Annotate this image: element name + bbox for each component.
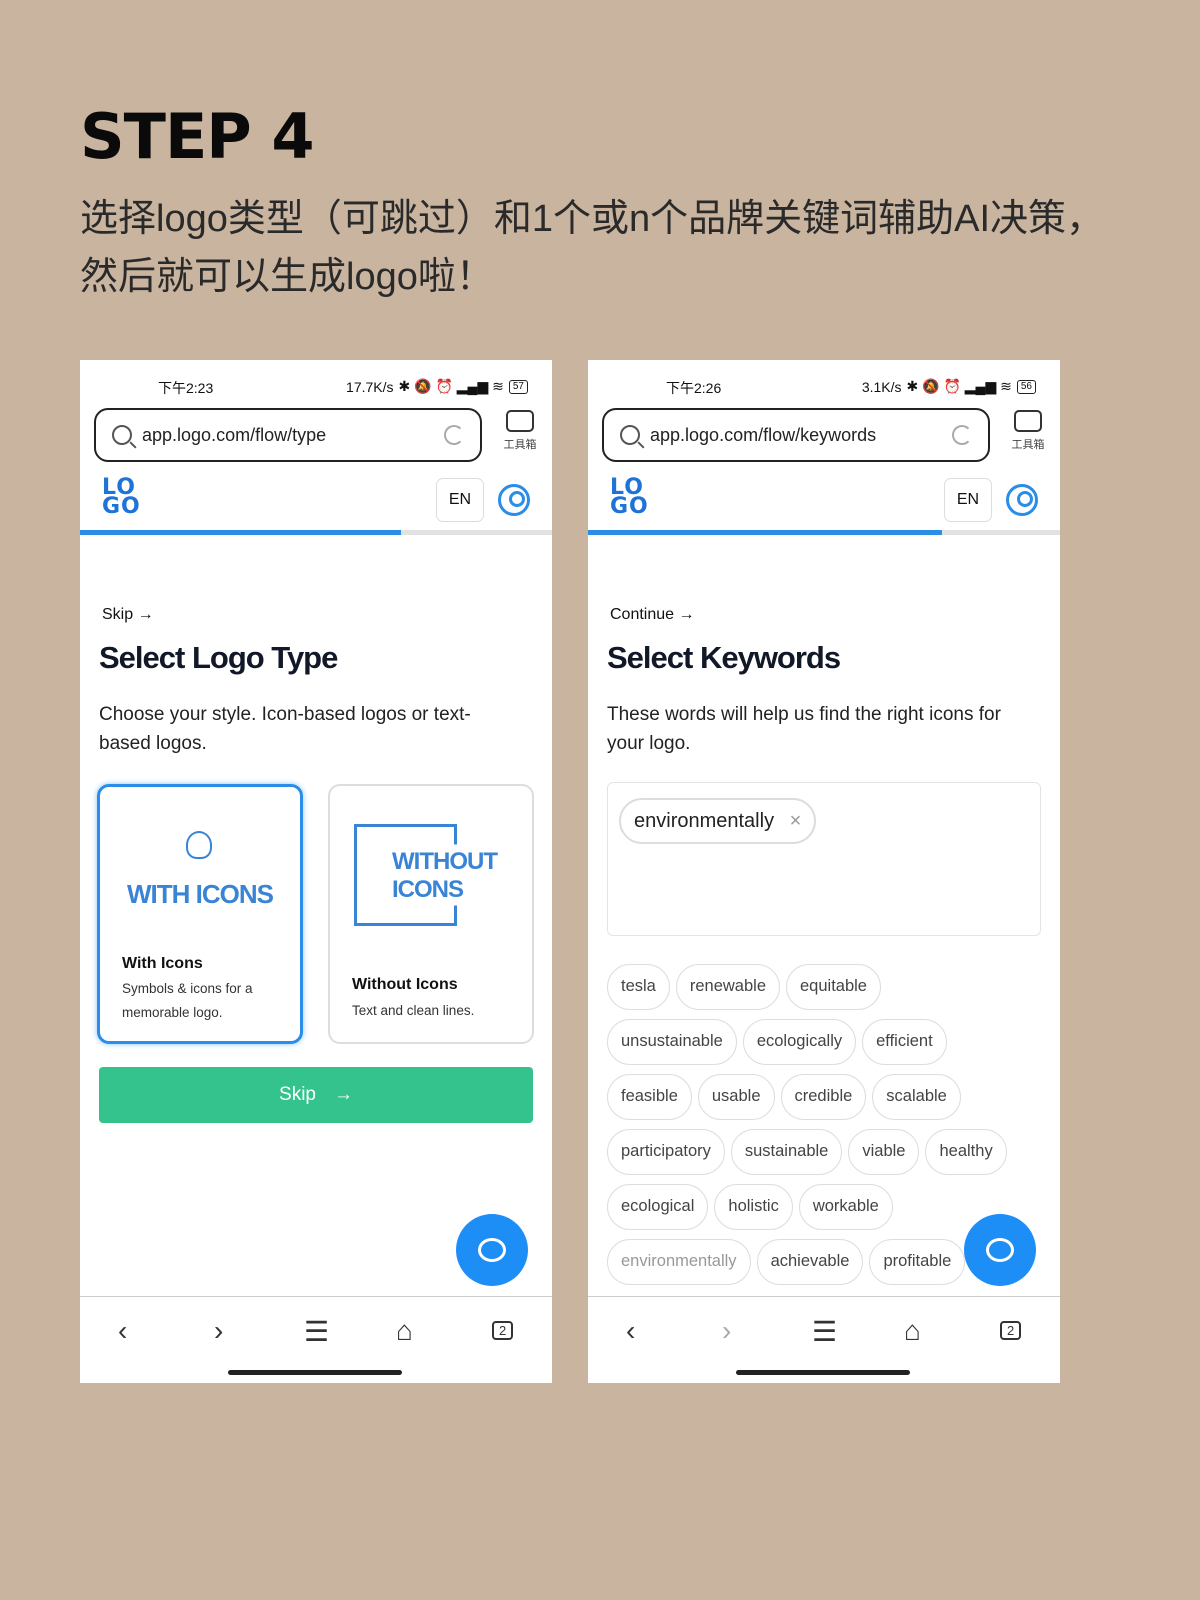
close-icon[interactable]: × <box>790 810 802 832</box>
page-description: Choose your style. Icon-based logos or t… <box>99 704 471 754</box>
home-icon[interactable]: ⌂ <box>396 1315 413 1347</box>
browser-nav: ‹ › ☰ ⌂ 2 <box>588 1296 1060 1383</box>
card-with-icons[interactable]: WITH ICONS With Icons Symbols & icons fo… <box>97 784 303 1044</box>
status-icons: ✱ 🔕 ⏰ ▂▄▆ ≋ <box>398 378 504 394</box>
battery-icon: 57 <box>508 379 528 394</box>
page-description: These words will help us find the right … <box>607 704 1001 754</box>
card-title: Without Icons <box>352 976 458 993</box>
chat-icon <box>478 1238 506 1262</box>
menu-icon[interactable]: ☰ <box>304 1315 329 1348</box>
keyword-chip[interactable]: viable <box>848 1129 920 1175</box>
keyword-chip[interactable]: environmentally <box>607 1239 751 1285</box>
home-icon[interactable]: ⌂ <box>904 1315 921 1347</box>
selected-keyword-chip: environmentally × <box>619 798 817 844</box>
skip-link[interactable]: Skip → <box>102 606 154 624</box>
reload-icon[interactable] <box>444 425 464 445</box>
keyword-chip[interactable]: holistic <box>714 1184 793 1230</box>
search-icon <box>112 425 132 445</box>
chat-button[interactable] <box>964 1214 1036 1286</box>
page-title: Select Keywords <box>607 640 841 675</box>
brand-logo[interactable]: LO GO <box>610 477 649 518</box>
page-title: Select Logo Type <box>99 640 338 675</box>
keyword-chip[interactable]: ecologically <box>742 1019 857 1065</box>
card-title: With Icons <box>122 955 203 972</box>
keyword-chip[interactable]: profitable <box>869 1239 966 1285</box>
skip-label: Skip <box>279 1084 316 1105</box>
network-speed: 17.7K/s <box>346 378 394 395</box>
keyword-chip[interactable]: equitable <box>786 964 881 1010</box>
keyword-chip[interactable]: scalable <box>872 1074 961 1120</box>
step-heading: STEP 4 <box>80 100 314 173</box>
forward-icon[interactable]: › <box>214 1315 223 1347</box>
step-description: 选择logo类型（可跳过）和1个或n个品牌关键词辅助AI决策，然后就可以生成lo… <box>80 198 1105 298</box>
forward-icon[interactable]: › <box>722 1315 731 1347</box>
chat-button[interactable] <box>456 1214 528 1286</box>
keyword-chip[interactable]: renewable <box>675 964 780 1010</box>
keyword-chip[interactable]: feasible <box>607 1074 692 1120</box>
network-speed: 3.1K/s <box>861 378 902 395</box>
phone-screen-logo-type: 下午2:23 17.7K/s ✱ 🔕 ⏰ ▂▄▆ ≋ 57 app.logo.com… <box>80 360 552 1383</box>
keyword-chip[interactable]: ecological <box>607 1184 709 1230</box>
status-bar: 下午2:26 3.1K/s ✱ 🔕 ⏰ ▂▄▆ ≋ 56 <box>588 378 1060 398</box>
status-time: 下午2:26 <box>666 380 722 396</box>
briefcase-icon <box>506 410 534 432</box>
keyword-chip[interactable]: efficient <box>862 1019 947 1065</box>
back-icon[interactable]: ‹ <box>626 1315 635 1347</box>
keyword-input[interactable]: environmentally × <box>607 782 1041 936</box>
reload-icon[interactable] <box>952 425 972 445</box>
tabs-icon[interactable]: 2 <box>492 1321 514 1340</box>
url-text: app.logo.com/flow/type <box>142 424 327 445</box>
skip-button[interactable]: Skip → <box>99 1067 533 1123</box>
language-button[interactable]: EN <box>944 478 992 522</box>
toolbox-button[interactable]: 工具箱 <box>1004 410 1052 452</box>
account-icon[interactable] <box>1006 484 1038 516</box>
keyword-chip[interactable]: sustainable <box>730 1129 843 1175</box>
status-bar: 下午2:23 17.7K/s ✱ 🔕 ⏰ ▂▄▆ ≋ 57 <box>80 378 552 398</box>
status-icons: ✱ 🔕 ⏰ ▂▄▆ ≋ <box>906 378 1012 394</box>
keyword-chip[interactable]: healthy <box>925 1129 1007 1175</box>
back-icon[interactable]: ‹ <box>118 1315 127 1347</box>
url-text: app.logo.com/flow/keywords <box>650 424 877 445</box>
home-indicator <box>736 1370 910 1375</box>
toolbox-button[interactable]: 工具箱 <box>496 410 544 452</box>
tabs-icon[interactable]: 2 <box>1000 1321 1022 1340</box>
battery-icon: 56 <box>1016 379 1036 394</box>
keyword-chip[interactable]: workable <box>798 1184 893 1230</box>
chat-icon <box>986 1238 1014 1262</box>
card-art-text: WITH ICONS <box>127 879 274 909</box>
card-desc: Text and clean lines. <box>352 1003 475 1018</box>
url-bar[interactable]: app.logo.com/flow/keywords <box>602 408 990 462</box>
keyword-chip[interactable]: unsustainable <box>607 1019 737 1065</box>
briefcase-icon <box>1014 410 1042 432</box>
progress-bar <box>80 530 552 535</box>
phone-screen-keywords: 下午2:26 3.1K/s ✱ 🔕 ⏰ ▂▄▆ ≋ 56 app.logo.com/… <box>588 360 1060 1383</box>
continue-link[interactable]: Continue → <box>610 606 695 624</box>
toolbox-label: 工具箱 <box>503 439 537 451</box>
keyword-chip[interactable]: tesla <box>607 964 670 1010</box>
toolbox-label: 工具箱 <box>1011 439 1045 451</box>
home-indicator <box>228 1370 402 1375</box>
brand-logo[interactable]: LO GO <box>102 477 141 518</box>
search-icon <box>620 425 640 445</box>
arrow-right-icon: → <box>333 1084 353 1105</box>
account-icon[interactable] <box>498 484 530 516</box>
keyword-chip[interactable]: participatory <box>607 1129 725 1175</box>
keyword-chip[interactable]: credible <box>780 1074 867 1120</box>
chip-label: environmentally <box>634 810 775 832</box>
keyword-chip[interactable]: achievable <box>756 1239 864 1285</box>
lightbulb-icon <box>186 831 212 859</box>
browser-nav: ‹ › ☰ ⌂ 2 <box>80 1296 552 1383</box>
card-desc: Symbols & icons for a memorable logo. <box>122 981 253 1020</box>
url-bar[interactable]: app.logo.com/flow/type <box>94 408 482 462</box>
card-art-text: WITHOUT ICONS <box>392 848 498 903</box>
menu-icon[interactable]: ☰ <box>812 1315 837 1348</box>
language-button[interactable]: EN <box>436 478 484 522</box>
progress-bar <box>588 530 1060 535</box>
status-time: 下午2:23 <box>158 380 214 396</box>
card-without-icons[interactable]: WITHOUT ICONS Without Icons Text and cle… <box>328 784 534 1044</box>
keyword-chip[interactable]: usable <box>697 1074 775 1120</box>
